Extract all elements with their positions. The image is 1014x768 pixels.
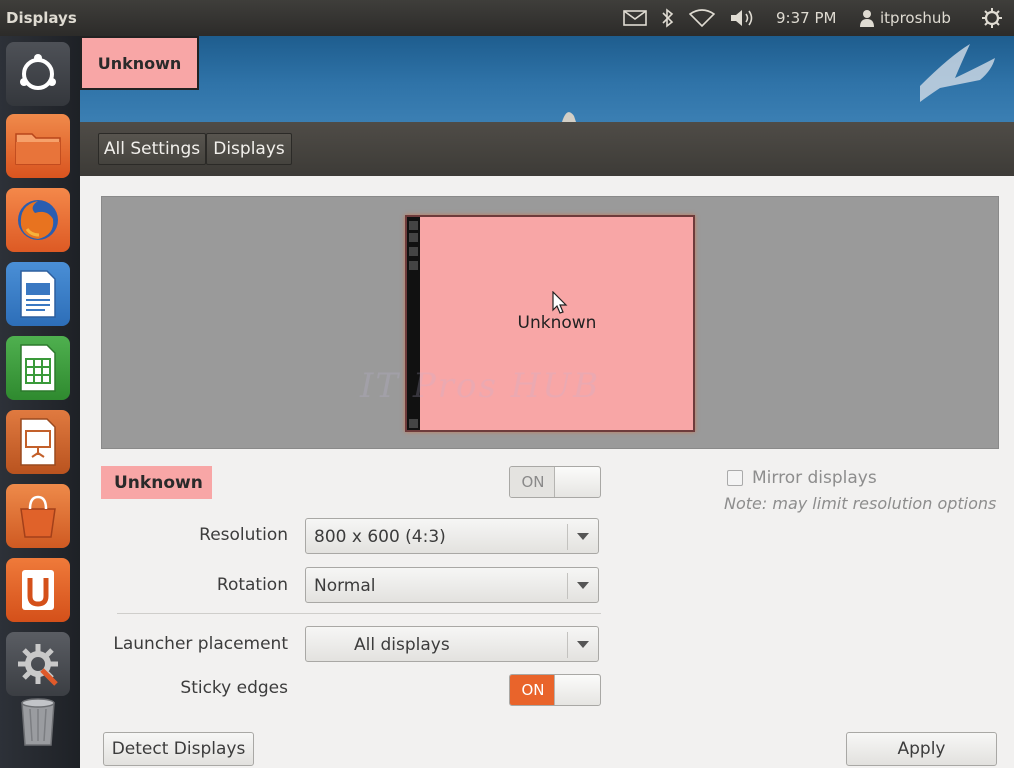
apply-button[interactable]: Apply <box>846 732 997 766</box>
mirror-displays-label: Mirror displays <box>752 468 877 488</box>
files-icon[interactable] <box>6 114 70 178</box>
sticky-edges-switch-label: ON <box>510 675 556 705</box>
ubuntu-one-icon[interactable] <box>6 558 70 622</box>
watermark: IT Pros HUB <box>360 366 601 406</box>
power-gear-icon[interactable] <box>980 6 1004 30</box>
preview-display-label: Unknown <box>517 313 597 333</box>
chevron-down-icon <box>577 641 589 648</box>
impress-icon[interactable] <box>6 410 70 474</box>
rotation-value: Normal <box>314 576 376 596</box>
breadcrumb: All Settings Displays <box>80 122 1014 176</box>
separator <box>117 613 601 614</box>
wifi-icon[interactable] <box>688 6 716 30</box>
switch-knob <box>554 675 600 705</box>
firefox-icon[interactable] <box>6 188 70 252</box>
monitor-identify-tag: Unknown <box>80 36 199 90</box>
dash-home-icon[interactable] <box>6 42 70 106</box>
switch-knob <box>554 467 600 497</box>
launcher-placement-label: Launcher placement <box>113 634 288 654</box>
breadcrumb-all-settings[interactable]: All Settings <box>98 133 206 165</box>
chevron-down-icon <box>577 582 589 589</box>
user-icon[interactable] <box>857 6 877 30</box>
breadcrumb-displays[interactable]: Displays <box>206 133 292 165</box>
user-name[interactable]: itproshub <box>880 9 951 27</box>
display-on-switch[interactable]: ON <box>509 466 601 498</box>
resolution-combo[interactable]: 800 x 600 (4:3) <box>305 518 599 554</box>
desktop-wallpaper <box>80 36 1014 122</box>
calc-icon[interactable] <box>6 336 70 400</box>
mail-icon[interactable] <box>622 6 648 30</box>
bluetooth-icon[interactable] <box>658 6 678 30</box>
software-center-icon[interactable] <box>6 484 70 548</box>
resolution-label: Resolution <box>199 525 288 545</box>
launcher-placement-combo[interactable]: All displays <box>305 626 599 662</box>
clock[interactable]: 9:37 PM <box>776 9 836 27</box>
trash-icon[interactable] <box>6 690 70 754</box>
launcher <box>0 36 80 768</box>
window-title: Displays <box>6 9 77 27</box>
rotation-label: Rotation <box>216 575 288 595</box>
chevron-down-icon <box>577 533 589 540</box>
launcher-placement-value: All displays <box>354 635 450 655</box>
mirror-displays-checkbox[interactable] <box>727 470 743 486</box>
detect-displays-button[interactable]: Detect Displays <box>103 732 254 766</box>
writer-icon[interactable] <box>6 262 70 326</box>
sticky-edges-switch[interactable]: ON <box>509 674 601 706</box>
resolution-value: 800 x 600 (4:3) <box>314 527 446 547</box>
sticky-edges-label: Sticky edges <box>180 678 288 698</box>
display-switch-label: ON <box>510 467 556 497</box>
bird-icon <box>562 44 995 122</box>
mouse-cursor-icon <box>552 291 568 314</box>
mirror-displays-note: Note: may limit resolution options <box>724 494 997 513</box>
volume-icon[interactable] <box>728 6 758 30</box>
top-panel: Displays 9:37 PM itproshub <box>0 0 1014 36</box>
selected-display-name: Unknown <box>101 466 212 499</box>
rotation-combo[interactable]: Normal <box>305 567 599 603</box>
system-settings-icon[interactable] <box>6 632 70 696</box>
